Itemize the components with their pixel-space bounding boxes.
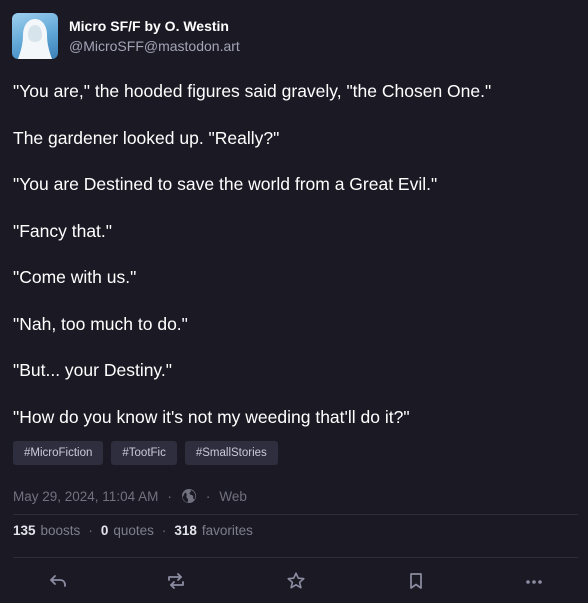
- divider: [13, 557, 578, 558]
- bookmark-button[interactable]: [404, 568, 428, 594]
- post-content: "You are," the hooded figures said grave…: [13, 80, 573, 452]
- favorites-count[interactable]: 318: [174, 523, 197, 538]
- reply-button[interactable]: [46, 568, 70, 594]
- hashtag-smallstories[interactable]: #SmallStories: [184, 441, 278, 465]
- bookmark-icon: [410, 573, 422, 589]
- paragraph: "Fancy that.": [13, 220, 112, 241]
- post-header: Micro SF/F by O. Westin @MicroSFF@mastod…: [12, 13, 240, 59]
- separator: ·: [167, 488, 172, 504]
- paragraph: "Come with us.": [13, 267, 137, 287]
- paragraph: "Nah, too much to do.": [13, 313, 188, 334]
- avatar[interactable]: [12, 13, 58, 59]
- separator: ·: [205, 488, 211, 504]
- reply-icon: [50, 575, 66, 587]
- boosts-label[interactable]: boosts: [41, 523, 81, 538]
- paragraph: "You are," the hooded figures said grave…: [13, 81, 492, 101]
- boosts-count[interactable]: 135: [13, 523, 36, 538]
- post-stats: 135 boosts · 0 quotes · 318 favorites: [13, 523, 253, 538]
- timestamp[interactable]: May 29, 2024, 11:04 AM: [13, 489, 158, 504]
- hashtag-microfiction[interactable]: #MicroFiction: [13, 441, 104, 465]
- display-name[interactable]: Micro SF/F by O. Westin: [69, 17, 240, 35]
- account-handle[interactable]: @MicroSFF@mastodon.art: [69, 36, 240, 56]
- globe-icon: [181, 488, 197, 504]
- quotes-label[interactable]: quotes: [113, 523, 154, 538]
- favorite-button[interactable]: [284, 568, 308, 594]
- favorites-label[interactable]: favorites: [202, 523, 253, 538]
- hashtag-tootfic[interactable]: #TootFic: [111, 441, 177, 465]
- boost-button[interactable]: [164, 568, 188, 594]
- more-button[interactable]: [522, 568, 546, 594]
- paragraph: The gardener looked up. "Really?": [13, 127, 280, 148]
- separator: ·: [88, 523, 93, 538]
- divider: [13, 514, 578, 515]
- paragraph: "But... your Destiny.": [13, 360, 172, 380]
- favorite-icon: [287, 572, 305, 589]
- quotes-count[interactable]: 0: [101, 523, 109, 538]
- boost-icon: [168, 573, 184, 589]
- hooded-figure-icon: [18, 19, 52, 59]
- paragraph: "You are Destined to save the world from…: [13, 174, 438, 194]
- hashtag-bar: #MicroFiction #TootFic #SmallStories: [13, 441, 278, 465]
- separator: ·: [161, 523, 167, 538]
- post-meta: May 29, 2024, 11:04 AM · · Web: [13, 488, 247, 504]
- action-bar: [0, 568, 588, 594]
- paragraph: "How do you know it's not my weeding tha…: [13, 406, 410, 427]
- more-icon: [526, 580, 542, 584]
- client-name: Web: [219, 488, 247, 504]
